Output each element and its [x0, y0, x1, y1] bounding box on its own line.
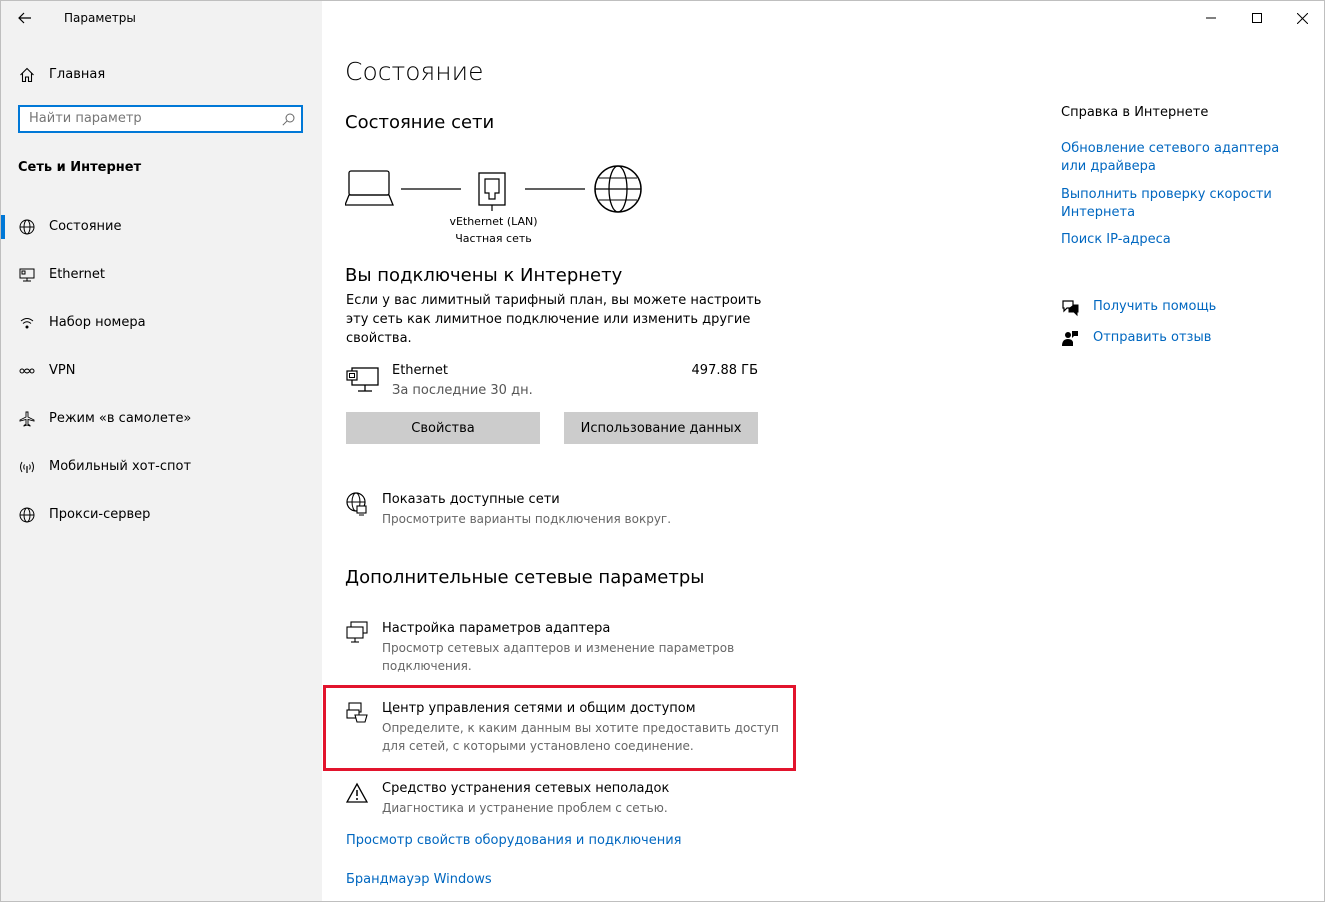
- sidebar-item-label: Мобильный хот-спот: [49, 459, 192, 474]
- minimize-button[interactable]: [1188, 1, 1234, 35]
- dialup-icon: [20, 318, 34, 329]
- maximize-button[interactable]: [1234, 1, 1280, 35]
- sidebar-item-status[interactable]: Состояние: [1, 207, 322, 247]
- sidebar-item-label: Ethernet: [49, 267, 105, 282]
- back-button[interactable]: [11, 6, 39, 30]
- proxy-globe-icon: [19, 507, 35, 523]
- sharing-center-desc: Определите, к каким данным вы хотите пре…: [382, 721, 779, 753]
- close-button[interactable]: [1279, 1, 1324, 35]
- update-adapter-link[interactable]: Обновление сетевого адаптера или драйвер…: [1061, 140, 1301, 176]
- find-ip-link[interactable]: Поиск IP-адреса: [1061, 231, 1171, 249]
- troubleshooter-desc: Диагностика и устранение проблем с сетью…: [382, 801, 668, 815]
- maximize-icon: [1252, 13, 1262, 23]
- sidebar-item-label: Набор номера: [49, 315, 146, 330]
- adapter-options-title: Настройка параметров адаптера: [382, 621, 611, 636]
- show-networks-option[interactable]: Показать доступные сети Просмотрите вари…: [346, 492, 786, 532]
- sidebar-item-label: Прокси-сервер: [49, 507, 151, 522]
- adapter-options[interactable]: Настройка параметров адаптера Просмотр с…: [346, 621, 786, 675]
- connected-description: Если у вас лимитный тарифный план, вы мо…: [346, 293, 762, 346]
- connection-usage: 497.88 ГБ: [691, 363, 758, 378]
- sidebar-item-label: VPN: [49, 363, 76, 378]
- online-help-title: Справка в Интернете: [1061, 105, 1209, 120]
- search-icon: [282, 113, 295, 126]
- sharing-center-option[interactable]: Центр управления сетями и общим доступом…: [346, 701, 786, 757]
- sidebar-section-title: Сеть и Интернет: [18, 160, 142, 175]
- app-title: Параметры: [64, 11, 136, 25]
- internet-globe-icon: [594, 165, 642, 213]
- ethernet-pc-icon: [346, 367, 379, 392]
- settings-window: Параметры Главная Сеть и Интернет Состоя…: [0, 0, 1325, 902]
- feedback-icon: [1062, 331, 1078, 346]
- get-help-link[interactable]: Получить помощь: [1093, 299, 1216, 314]
- connected-title: Вы подключены к Интернету: [345, 265, 623, 286]
- close-icon: [1296, 12, 1308, 24]
- minimize-icon: [1206, 17, 1216, 19]
- hardware-properties-link[interactable]: Просмотр свойств оборудования и подключе…: [346, 832, 682, 850]
- warning-icon: [346, 782, 368, 803]
- sidebar-item-dialup[interactable]: Набор номера: [1, 303, 322, 343]
- laptop-icon: [345, 170, 394, 206]
- feedback-link[interactable]: Отправить отзыв: [1093, 330, 1211, 345]
- show-networks-desc: Просмотрите варианты подключения вокруг.: [382, 512, 672, 526]
- search-input[interactable]: [29, 111, 269, 126]
- sidebar-item-ethernet[interactable]: Ethernet: [1, 255, 322, 295]
- home-icon: [20, 67, 34, 83]
- hotspot-icon: [20, 461, 34, 473]
- globe-icon: [19, 219, 35, 235]
- search-box[interactable]: [18, 105, 303, 133]
- home-label: Главная: [49, 67, 106, 82]
- sharing-center-icon: [346, 702, 368, 723]
- sharing-center-title: Центр управления сетями и общим доступом: [382, 701, 696, 716]
- connection-period: За последние 30 дн.: [392, 383, 533, 398]
- sidebar-item-label: Состояние: [49, 219, 122, 234]
- network-globe-icon: [346, 492, 367, 516]
- sidebar-item-vpn[interactable]: VPN: [1, 351, 322, 391]
- troubleshooter-option[interactable]: Средство устранения сетевых неполадок Ди…: [346, 781, 786, 821]
- data-usage-button[interactable]: Использование данных: [564, 412, 758, 444]
- speed-test-link[interactable]: Выполнить проверку скорости Интернета: [1061, 186, 1281, 222]
- router-icon: [478, 172, 506, 211]
- page-title: Состояние: [345, 57, 484, 86]
- vpn-icon: [19, 368, 35, 374]
- network-type: Частная сеть: [455, 232, 532, 245]
- airplane-icon: [19, 411, 35, 427]
- network-status-title: Состояние сети: [345, 112, 495, 133]
- firewall-link[interactable]: Брандмауэр Windows: [346, 871, 492, 889]
- connection-row: Ethernet За последние 30 дн. 497.88 ГБ: [346, 363, 758, 403]
- connection-name: Ethernet: [392, 363, 448, 378]
- sidebar-item-hotspot[interactable]: Мобильный хот-спот: [1, 447, 322, 487]
- back-arrow-icon: [18, 12, 31, 24]
- advanced-settings-title: Дополнительные сетевые параметры: [345, 567, 705, 588]
- adapter-options-desc: Просмотр сетевых адаптеров и изменение п…: [382, 641, 735, 673]
- active-indicator: [1, 215, 5, 239]
- adapter-settings-icon: [346, 621, 368, 643]
- sidebar-home[interactable]: Главная: [1, 61, 322, 89]
- title-bar: Параметры: [1, 1, 1324, 35]
- troubleshooter-title: Средство устранения сетевых неполадок: [382, 781, 670, 796]
- show-networks-title: Показать доступные сети: [382, 492, 560, 507]
- sidebar-item-airplane[interactable]: Режим «в самолете»: [1, 399, 322, 439]
- sidebar-item-label: Режим «в самолете»: [49, 411, 192, 426]
- help-chat-icon: [1062, 300, 1079, 317]
- ethernet-icon: [19, 268, 35, 282]
- properties-button[interactable]: Свойства: [346, 412, 540, 444]
- adapter-name: vEthernet (LAN): [449, 215, 538, 228]
- sidebar-item-proxy[interactable]: Прокси-сервер: [1, 495, 322, 535]
